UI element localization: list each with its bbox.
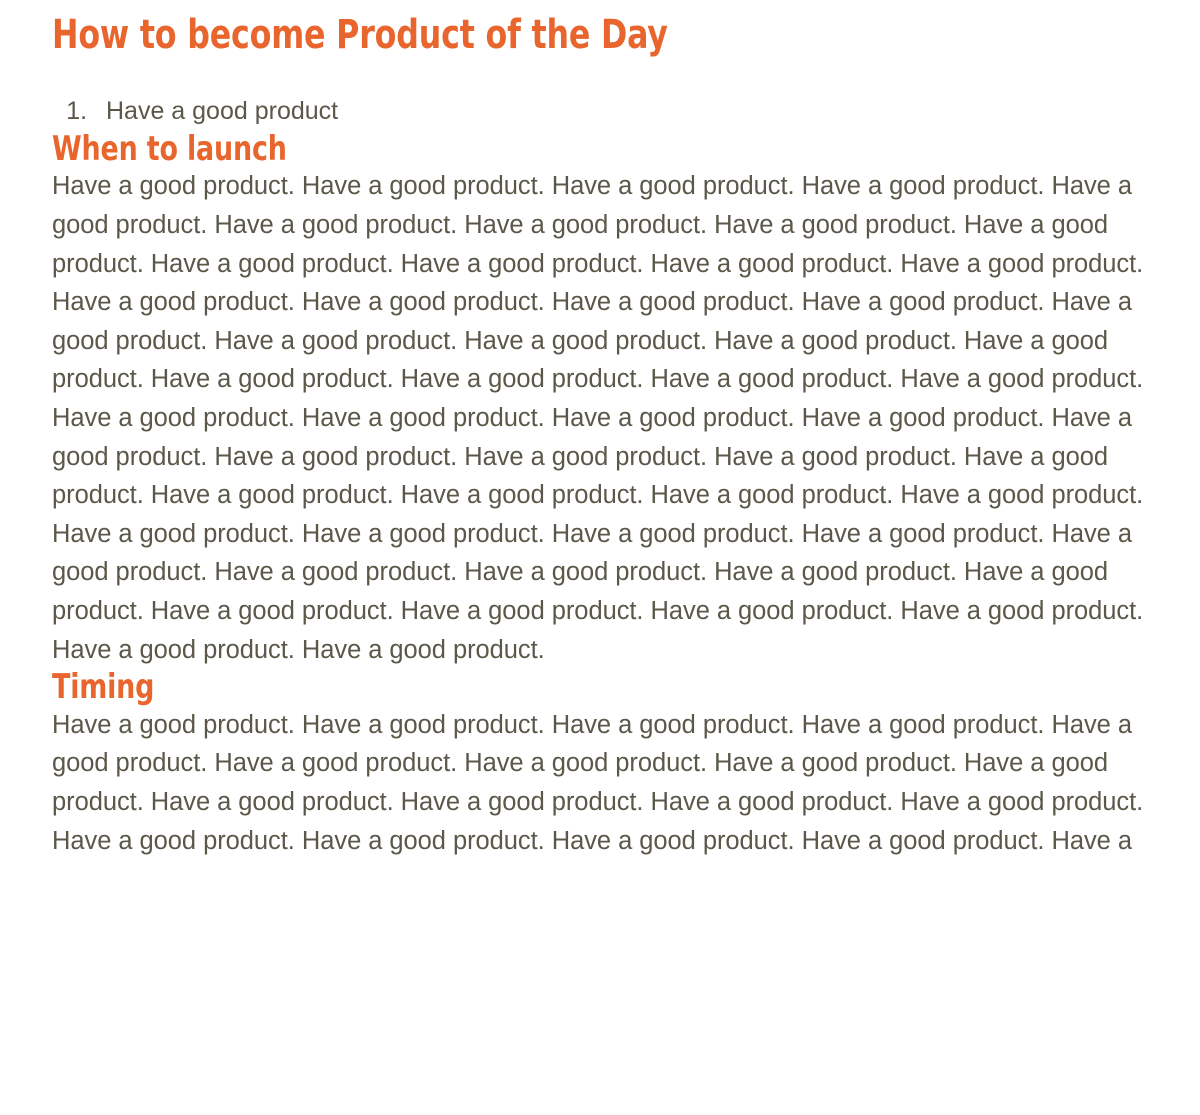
document-page: How to become Product of the Day Have a …: [0, 0, 1200, 1115]
list-item: Have a good product: [94, 93, 1156, 131]
section-paragraph-when-to-launch: Have a good product. Have a good product…: [52, 172, 1144, 664]
section-heading-timing: Timing: [52, 667, 155, 708]
section-paragraph-timing: Have a good product. Have a good product…: [52, 710, 1144, 866]
section-heading-when-to-launch: When to launch: [52, 128, 287, 169]
page-title: How to become Product of the Day: [52, 12, 668, 58]
section-paragraph-timing-clip: Have a good product. Have a good product…: [52, 706, 1156, 866]
intro-ordered-list: Have a good product: [52, 93, 1156, 131]
